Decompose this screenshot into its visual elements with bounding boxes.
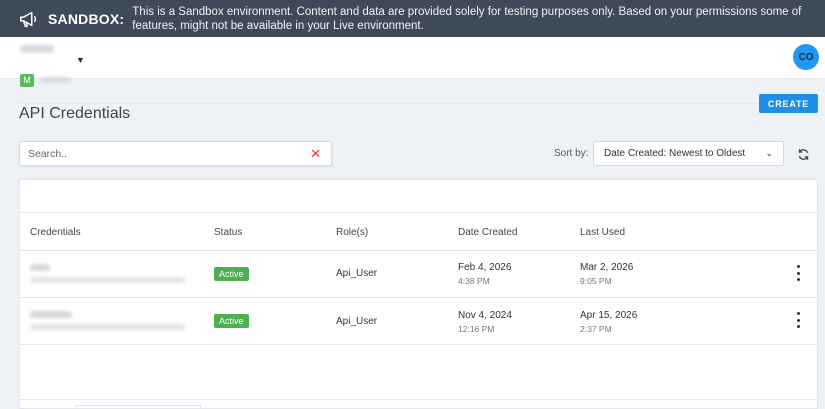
chevron-down-icon[interactable]: ▼ [76,55,85,65]
megaphone-icon [20,11,37,27]
clear-search-icon[interactable]: ✕ [310,147,321,160]
search-input[interactable] [28,148,298,160]
org-switcher[interactable]: M ▼ [20,45,817,104]
created-date: Nov 4, 2024 [458,310,512,321]
table-toolbar [20,180,817,213]
page-title: API Credentials [19,105,131,122]
credentials-table-card: Credentials Status Role(s) Date Created … [19,179,818,409]
last-used-time: 2:37 PM [580,324,612,334]
chevron-down-icon: ⌄ [765,148,773,158]
header-last-used[interactable]: Last Used [580,227,625,238]
table-row[interactable]: Active Api_User Feb 4, 2026 4:38 PM Mar … [20,251,817,298]
credential-name-redacted [30,311,72,318]
role-cell: Api_User [336,316,378,327]
last-used-date: Apr 15, 2026 [580,310,638,321]
header-roles[interactable]: Role(s) [336,227,368,238]
created-time: 4:38 PM [458,276,490,286]
credential-id-redacted [30,324,185,330]
more-options-icon[interactable] [795,312,801,328]
created-time: 12:16 PM [458,324,495,334]
status-badge: Active [214,314,249,328]
pagination-partial [76,405,201,409]
table-header: Credentials Status Role(s) Date Created … [20,213,817,251]
sandbox-banner: SANDBOX: This is a Sandbox environment. … [0,0,825,37]
org-name-redacted [20,45,54,53]
created-date: Feb 4, 2026 [458,262,512,273]
refresh-icon[interactable] [797,148,810,161]
banner-message: This is a Sandbox environment. Content a… [132,5,802,32]
sort-label: Sort by: [554,148,589,159]
credential-id-redacted [30,277,185,283]
last-used-date: Mar 2, 2026 [580,262,634,273]
table-row[interactable]: Active Api_User Nov 4, 2024 12:16 PM Apr… [20,298,817,345]
header-status[interactable]: Status [214,227,242,238]
role-cell: Api_User [336,268,378,279]
header-credentials[interactable]: Credentials [30,227,81,238]
banner-title: SANDBOX: [48,10,125,27]
org-badge: M [20,73,34,87]
sort-selected-value: Date Created: Newest to Oldest [604,148,746,159]
table-footer-divider [20,399,817,400]
status-badge: Active [214,267,249,281]
search-box: ✕ [19,141,332,166]
org-sub-redacted [40,77,70,83]
header-date-created[interactable]: Date Created [458,227,517,238]
user-avatar[interactable]: CO [793,44,819,70]
more-options-icon[interactable] [795,265,801,281]
sort-select[interactable]: Date Created: Newest to Oldest ⌄ [593,141,784,166]
create-button[interactable]: CREATE [759,94,818,113]
last-used-time: 9:05 PM [580,276,612,286]
top-bar: M ▼ CO [0,37,825,104]
credential-name-redacted [30,264,50,271]
